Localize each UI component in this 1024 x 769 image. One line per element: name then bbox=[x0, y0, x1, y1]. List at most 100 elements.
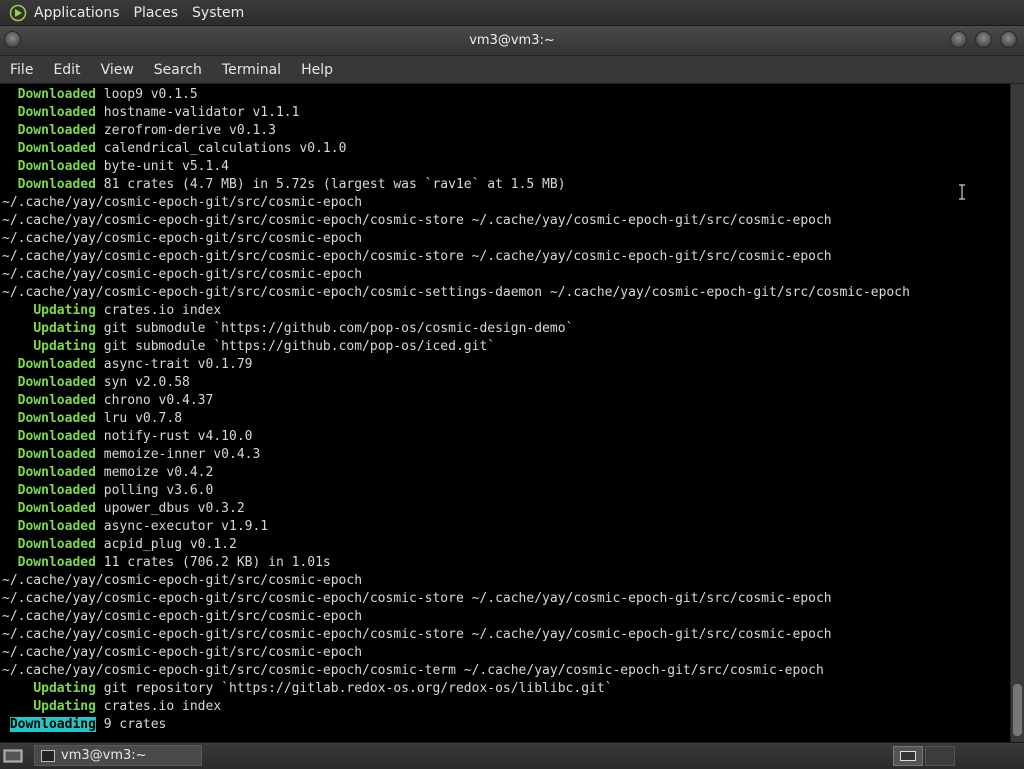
menu-view[interactable]: View bbox=[91, 62, 144, 78]
terminal-line: ~/.cache/yay/cosmic-epoch-git/src/cosmic… bbox=[2, 662, 910, 680]
terminal-lines: Downloaded loop9 v0.1.5 Downloaded hostn… bbox=[2, 86, 910, 734]
places-menu[interactable]: Places bbox=[134, 5, 179, 21]
line-text: zerofrom-derive v0.1.3 bbox=[95, 123, 276, 138]
terminal-line: Downloaded 11 crates (706.2 KB) in 1.01s bbox=[2, 554, 910, 572]
line-text: memoize v0.4.2 bbox=[95, 465, 214, 480]
terminal-line: Downloaded acpid_plug v0.1.2 bbox=[2, 536, 910, 554]
status-keyword: Downloaded bbox=[17, 159, 96, 174]
taskbar-window-label: vm3@vm3:~ bbox=[61, 748, 147, 763]
line-text: 11 crates (706.2 KB) in 1.01s bbox=[95, 555, 331, 570]
terminal-line: Downloaded memoize-inner v0.4.3 bbox=[2, 446, 910, 464]
workspace-2[interactable] bbox=[925, 746, 955, 766]
terminal-line: ~/.cache/yay/cosmic-epoch-git/src/cosmic… bbox=[2, 626, 910, 644]
terminal-menubar: File Edit View Search Terminal Help bbox=[0, 56, 1024, 84]
terminal-line: Updating git submodule `https://github.c… bbox=[2, 320, 910, 338]
window-titlebar[interactable]: vm3@vm3:~ bbox=[0, 26, 1024, 56]
line-text: git submodule `https://github.com/pop-os… bbox=[95, 321, 574, 336]
terminal-scrollbar[interactable] bbox=[1010, 84, 1024, 742]
status-keyword: Downloaded bbox=[17, 393, 96, 408]
terminal-line: Downloaded hostname-validator v1.1.1 bbox=[2, 104, 910, 122]
line-text: ~/.cache/yay/cosmic-epoch-git/src/cosmic… bbox=[2, 627, 832, 642]
terminal-line: Downloaded notify-rust v4.10.0 bbox=[2, 428, 910, 446]
terminal-line: Downloaded async-executor v1.9.1 bbox=[2, 518, 910, 536]
workspace-1[interactable] bbox=[893, 746, 923, 766]
status-keyword: Downloaded bbox=[17, 519, 96, 534]
status-keyword: Downloaded bbox=[17, 483, 96, 498]
menu-search[interactable]: Search bbox=[144, 62, 212, 78]
terminal-line: ~/.cache/yay/cosmic-epoch-git/src/cosmic… bbox=[2, 572, 910, 590]
applications-menu[interactable]: Applications bbox=[34, 5, 120, 21]
maximize-icon[interactable] bbox=[975, 31, 992, 48]
status-keyword: Downloaded bbox=[17, 105, 96, 120]
line-text: calendrical_calculations v0.1.0 bbox=[95, 141, 347, 156]
terminal-line: ~/.cache/yay/cosmic-epoch-git/src/cosmic… bbox=[2, 248, 910, 266]
status-keyword: Downloaded bbox=[17, 429, 96, 444]
system-menu[interactable]: System bbox=[192, 5, 244, 21]
show-desktop-icon[interactable] bbox=[2, 746, 24, 766]
menu-help[interactable]: Help bbox=[291, 62, 343, 78]
line-text: ~/.cache/yay/cosmic-epoch-git/src/cosmic… bbox=[2, 573, 363, 588]
text-cursor-icon bbox=[958, 184, 966, 200]
line-text: ~/.cache/yay/cosmic-epoch-git/src/cosmic… bbox=[2, 285, 910, 300]
terminal-line: Updating crates.io index bbox=[2, 698, 910, 716]
terminal-line: Downloading 9 crates bbox=[2, 716, 910, 734]
terminal-line: ~/.cache/yay/cosmic-epoch-git/src/cosmic… bbox=[2, 590, 910, 608]
bottom-taskbar: vm3@vm3:~ bbox=[0, 742, 1024, 769]
taskbar-window-button[interactable]: vm3@vm3:~ bbox=[34, 745, 202, 766]
status-keyword: Updating bbox=[33, 699, 96, 714]
menu-file[interactable]: File bbox=[0, 62, 43, 78]
workspace-window-thumb bbox=[900, 751, 916, 761]
terminal-icon bbox=[41, 749, 55, 762]
line-text: ~/.cache/yay/cosmic-epoch-git/src/cosmic… bbox=[2, 195, 363, 210]
terminal-line: ~/.cache/yay/cosmic-epoch-git/src/cosmic… bbox=[2, 212, 910, 230]
status-keyword: Downloaded bbox=[17, 87, 96, 102]
distro-logo-icon[interactable] bbox=[8, 3, 28, 23]
line-text: chrono v0.4.37 bbox=[95, 393, 214, 408]
line-text: lru v0.7.8 bbox=[95, 411, 183, 426]
line-text: ~/.cache/yay/cosmic-epoch-git/src/cosmic… bbox=[2, 645, 363, 660]
line-text: crates.io index bbox=[95, 303, 222, 318]
terminal-line: Downloaded memoize v0.4.2 bbox=[2, 464, 910, 482]
terminal-line: Downloaded upower_dbus v0.3.2 bbox=[2, 500, 910, 518]
menu-terminal[interactable]: Terminal bbox=[212, 62, 291, 78]
minimize-icon[interactable] bbox=[950, 31, 967, 48]
line-text: 81 crates (4.7 MB) in 5.72s (largest was… bbox=[95, 177, 566, 192]
terminal-line: Downloaded lru v0.7.8 bbox=[2, 410, 910, 428]
close-icon[interactable] bbox=[1000, 31, 1017, 48]
scrollbar-thumb[interactable] bbox=[1013, 684, 1022, 736]
status-keyword: Downloaded bbox=[17, 411, 96, 426]
status-keyword: Updating bbox=[33, 681, 96, 696]
status-keyword: Downloaded bbox=[17, 177, 96, 192]
line-text: ~/.cache/yay/cosmic-epoch-git/src/cosmic… bbox=[2, 591, 832, 606]
status-keyword: Updating bbox=[33, 321, 96, 336]
line-text: 9 crates bbox=[95, 717, 167, 732]
status-keyword: Downloaded bbox=[17, 357, 96, 372]
menu-edit[interactable]: Edit bbox=[43, 62, 90, 78]
line-text: async-executor v1.9.1 bbox=[95, 519, 269, 534]
line-text: notify-rust v4.10.0 bbox=[95, 429, 253, 444]
status-keyword: Downloaded bbox=[17, 537, 96, 552]
line-text: loop9 v0.1.5 bbox=[95, 87, 198, 102]
terminal-line: ~/.cache/yay/cosmic-epoch-git/src/cosmic… bbox=[2, 194, 910, 212]
terminal-line: Updating git repository `https://gitlab.… bbox=[2, 680, 910, 698]
status-keyword: Downloaded bbox=[17, 501, 96, 516]
terminal-line: Downloaded calendrical_calculations v0.1… bbox=[2, 140, 910, 158]
status-keyword: Downloaded bbox=[17, 375, 96, 390]
terminal-output[interactable]: Downloaded loop9 v0.1.5 Downloaded hostn… bbox=[0, 84, 1010, 742]
